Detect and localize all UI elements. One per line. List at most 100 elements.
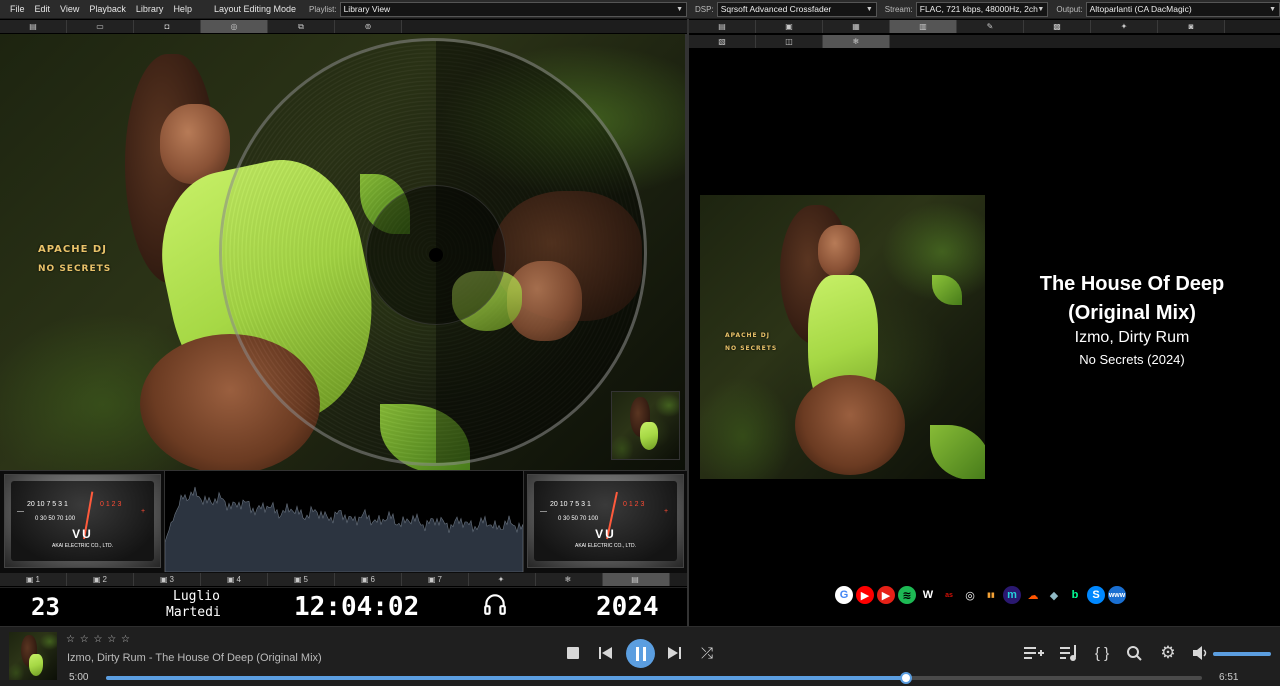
stop-icon bbox=[567, 647, 579, 659]
next-button[interactable] bbox=[665, 645, 683, 661]
soundcloud-icon[interactable]: ☁ bbox=[1024, 586, 1042, 604]
volume-slider[interactable] bbox=[1213, 652, 1271, 656]
youtube-music-icon[interactable]: ▶ bbox=[877, 586, 895, 604]
vu-scale-white: 20 10 7 5 3 1 bbox=[27, 501, 68, 508]
clock-weekday: Martedi bbox=[166, 605, 221, 620]
right-row1-tab-5[interactable]: ✎ bbox=[957, 20, 1024, 33]
tab-icon: ✎ bbox=[986, 21, 994, 31]
dsp-dropdown[interactable]: Sqrsoft Advanced Crossfader ▼ bbox=[716, 1, 877, 17]
right-row1-tab-8[interactable]: ◙ bbox=[1158, 20, 1225, 33]
search-button[interactable] bbox=[1125, 644, 1143, 662]
left-tab-strip: ▤ ▭ ◘ ◎ ⧉ ⊚ bbox=[0, 20, 687, 33]
player-album-thumbnail[interactable] bbox=[9, 632, 57, 680]
left-tab-1[interactable]: ▤ bbox=[0, 20, 67, 33]
dsp-label: DSP: bbox=[695, 4, 714, 14]
shazam-icon[interactable]: S bbox=[1087, 586, 1105, 604]
playlist-button[interactable] bbox=[1058, 644, 1080, 662]
bottom-tab-6[interactable]: ▣ 6 bbox=[335, 573, 402, 586]
right-row1-tab-2[interactable]: ▣ bbox=[756, 20, 823, 33]
leaf bbox=[932, 275, 962, 305]
bottom-tab-10[interactable]: ▤ bbox=[603, 573, 670, 586]
bottom-tab-4[interactable]: ▣ 4 bbox=[201, 573, 268, 586]
tidal-icon[interactable]: ◆ bbox=[1045, 586, 1063, 604]
tab-icon: ▥ bbox=[919, 21, 927, 31]
stop-button[interactable] bbox=[565, 645, 581, 661]
right-row1-tab-4[interactable]: ▥ bbox=[890, 20, 957, 33]
seek-bar-fill bbox=[106, 676, 907, 680]
clock-panel: 23 Luglio Martedi 12:04:02 2024 bbox=[0, 587, 687, 626]
left-tab-5[interactable]: ⧉ bbox=[268, 20, 335, 33]
vu-plus: + bbox=[141, 508, 146, 515]
album-art-thumbnail[interactable] bbox=[611, 391, 680, 460]
lastfm-icon[interactable]: as bbox=[940, 586, 958, 604]
add-to-queue-button[interactable] bbox=[1023, 644, 1045, 662]
bottom-tab-5[interactable]: ▣ 5 bbox=[268, 573, 335, 586]
right-row1-tab-7[interactable]: ✦ bbox=[1091, 20, 1158, 33]
settings-button[interactable]: ⚙ bbox=[1158, 643, 1178, 662]
tab-icon: ▤ bbox=[718, 21, 726, 31]
stream-value: FLAC, 721 kbps, 48000Hz, 2ch bbox=[919, 4, 1038, 14]
tab-icon: ▣ bbox=[92, 574, 101, 584]
bottom-tab-7[interactable]: ▣ 7 bbox=[402, 573, 469, 586]
deezer-icon[interactable]: ▮▮ bbox=[982, 586, 1000, 604]
menu-help[interactable]: Help bbox=[168, 4, 197, 14]
bottom-tab-8[interactable]: ✦ bbox=[469, 573, 536, 586]
spotify-icon[interactable]: ≋ bbox=[898, 586, 916, 604]
wikipedia-icon[interactable]: W bbox=[919, 586, 937, 604]
shuffle-button[interactable]: ⤮ bbox=[698, 645, 716, 662]
left-tab-6[interactable]: ⊚ bbox=[335, 20, 402, 33]
tab-icon: ▩ bbox=[1053, 21, 1061, 31]
menu-edit[interactable]: Edit bbox=[30, 4, 56, 14]
menu-library[interactable]: Library bbox=[131, 4, 169, 14]
previous-button[interactable] bbox=[597, 645, 615, 661]
layout-editing-mode-toggle[interactable]: Layout Editing Mode bbox=[209, 4, 301, 14]
beatport-icon[interactable]: b bbox=[1066, 586, 1084, 604]
tab-icon: ✦ bbox=[497, 574, 505, 584]
playlist-music-icon bbox=[1060, 645, 1076, 661]
bottom-tab-3[interactable]: ▣ 3 bbox=[134, 573, 201, 586]
output-dropdown[interactable]: Altoparlanti (CA DacMagic) ▼ bbox=[1085, 1, 1280, 17]
web-icon[interactable]: www bbox=[1108, 586, 1126, 604]
vinyl-record bbox=[219, 38, 647, 466]
bottom-tab-2[interactable]: ▣ 2 bbox=[67, 573, 134, 586]
tab-icon: ▤ bbox=[631, 574, 639, 584]
vu-brand: AKAI ELECTRIC CO., LTD. bbox=[574, 543, 637, 549]
right-row2-tab-1[interactable]: ▧ bbox=[689, 35, 756, 48]
bottom-tab-9[interactable]: ❄ bbox=[536, 573, 603, 586]
menu-playback[interactable]: Playback bbox=[84, 4, 131, 14]
menu-view[interactable]: View bbox=[55, 4, 84, 14]
left-tab-3[interactable]: ◘ bbox=[134, 20, 201, 33]
menu-file[interactable]: File bbox=[0, 4, 30, 14]
menu-bar: File Edit View Playback Library Help Lay… bbox=[0, 0, 1280, 19]
chevron-down-icon: ▼ bbox=[1269, 5, 1276, 13]
seek-bar[interactable] bbox=[106, 672, 1202, 684]
left-tab-4[interactable]: ◎ bbox=[201, 20, 268, 33]
player-bar: ☆ ☆ ☆ ☆ ☆ Izmo, Dirty Rum - The House Of… bbox=[0, 626, 1280, 686]
google-icon[interactable]: G bbox=[835, 586, 853, 604]
bottom-tab-1[interactable]: ▣ 1 bbox=[0, 573, 67, 586]
total-time: 6:51 bbox=[1219, 672, 1239, 683]
youtube-icon[interactable]: ▶ bbox=[856, 586, 874, 604]
playlist-dropdown[interactable]: Library View ▼ bbox=[339, 1, 688, 17]
tab-icon: ◙ bbox=[1188, 21, 1194, 31]
left-tab-2[interactable]: ▭ bbox=[67, 20, 134, 33]
amazon-music-icon[interactable]: m bbox=[1003, 586, 1021, 604]
right-row1-tab-6[interactable]: ▩ bbox=[1024, 20, 1091, 33]
right-row1-tab-1[interactable]: ▤ bbox=[689, 20, 756, 33]
volume-button[interactable] bbox=[1192, 644, 1210, 662]
cover-album-text: NO SECRETS bbox=[38, 264, 112, 274]
queue-add-icon bbox=[1024, 647, 1044, 659]
tab-icon: ▣ bbox=[226, 574, 235, 584]
stream-dropdown[interactable]: FLAC, 721 kbps, 48000Hz, 2ch ▼ bbox=[915, 1, 1049, 17]
seek-bar-handle[interactable] bbox=[900, 672, 913, 684]
cover-album-text: NO SECRETS bbox=[725, 345, 778, 352]
pause-button[interactable] bbox=[626, 639, 655, 668]
code-view-button[interactable]: { } bbox=[1092, 644, 1112, 662]
tab-number: 3 bbox=[169, 574, 174, 584]
rating-stars[interactable]: ☆ ☆ ☆ ☆ ☆ bbox=[66, 634, 131, 645]
discogs-icon[interactable]: ◎ bbox=[961, 586, 979, 604]
right-row2-tab-2[interactable]: ◫ bbox=[756, 35, 823, 48]
right-row2-tab-3[interactable]: ❄ bbox=[823, 35, 890, 48]
right-row1-tab-3[interactable]: ▦ bbox=[823, 20, 890, 33]
tab-number: 4 bbox=[236, 574, 241, 584]
